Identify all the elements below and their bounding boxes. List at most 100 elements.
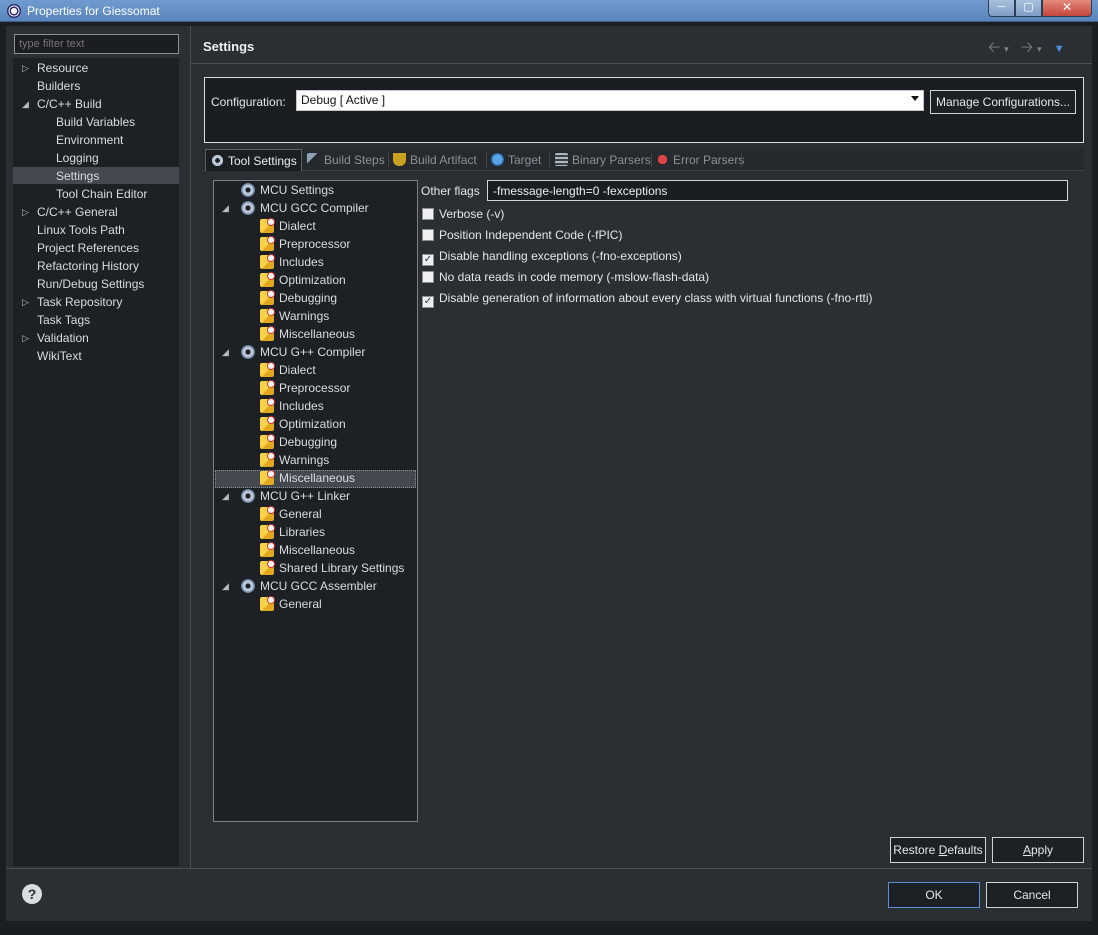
option-checkbox-row[interactable]: Verbose (-v) — [422, 207, 504, 223]
tree-item-mcu-g-compiler[interactable]: ◢ MCU G++ Compiler — [222, 343, 365, 361]
expanded-triangle-icon[interactable]: ◢ — [222, 487, 229, 505]
tree-item-mcu-settings[interactable]: MCU Settings — [241, 181, 334, 199]
sidebar-item-c-c-build[interactable]: ◢ C/C++ Build — [22, 95, 102, 113]
expanded-triangle-icon[interactable]: ◢ — [222, 343, 229, 361]
sidebar-item-wikitext[interactable]: WikiText — [37, 347, 82, 365]
sidebar-item-refactoring-history[interactable]: Refactoring History — [37, 257, 139, 275]
option-folder-icon — [260, 255, 274, 269]
back-arrow-icon[interactable]: 🡠 — [988, 39, 1004, 56]
chevron-down-icon[interactable]: ▾ — [1004, 44, 1013, 54]
option-checkbox-row[interactable]: ✓ Disable handling exceptions (-fno-excep… — [422, 249, 682, 266]
unchecked-checkbox[interactable] — [422, 208, 434, 220]
error-parsers-icon — [656, 153, 669, 166]
collapsed-triangle-icon[interactable]: ▷ — [22, 59, 32, 77]
tree-item-miscellaneous[interactable]: Miscellaneous — [260, 469, 355, 487]
unchecked-checkbox[interactable] — [422, 229, 434, 241]
other-flags-input[interactable] — [487, 180, 1068, 201]
sidebar-item-label: Task Tags — [37, 313, 91, 327]
tree-item-preprocessor[interactable]: Preprocessor — [260, 235, 350, 253]
restore-defaults-button[interactable]: Restore Defaults — [890, 837, 986, 863]
view-menu-icon[interactable]: ▼ — [1054, 43, 1069, 55]
filter-input[interactable] — [14, 34, 179, 54]
unchecked-checkbox[interactable] — [422, 271, 434, 283]
gear-icon — [241, 183, 255, 197]
tab-build-artifact[interactable]: Build Artifact — [393, 149, 477, 171]
tree-item-miscellaneous[interactable]: Miscellaneous — [260, 325, 355, 343]
tree-item-dialect[interactable]: Dialect — [260, 361, 316, 379]
expanded-triangle-icon[interactable]: ◢ — [222, 577, 229, 595]
tree-item-debugging[interactable]: Debugging — [260, 289, 337, 307]
sidebar-item-c-c-general[interactable]: ▷ C/C++ General — [22, 203, 118, 221]
configuration-select[interactable]: Debug [ Active ] — [296, 90, 924, 111]
tab-binary-parsers[interactable]: Binary Parsers — [555, 149, 651, 171]
close-button[interactable]: ✕ — [1042, 0, 1092, 17]
sidebar-item-environment[interactable]: Environment — [56, 131, 123, 149]
manage-configurations-button[interactable]: Manage Configurations... — [930, 90, 1076, 114]
tree-item-miscellaneous[interactable]: Miscellaneous — [260, 541, 355, 559]
tree-item-general[interactable]: General — [260, 505, 322, 523]
tree-item-mcu-g-linker[interactable]: ◢ MCU G++ Linker — [222, 487, 350, 505]
sidebar-item-label: Resource — [37, 61, 89, 75]
tab-target[interactable]: Target — [491, 149, 541, 171]
tree-item-label: Miscellaneous — [279, 471, 356, 485]
tree-item-shared-library-settings[interactable]: Shared Library Settings — [260, 559, 404, 577]
sidebar-item-task-repository[interactable]: ▷ Task Repository — [22, 293, 122, 311]
sidebar-item-label: Linux Tools Path — [37, 223, 125, 237]
tree-item-warnings[interactable]: Warnings — [260, 307, 329, 325]
option-checkbox-row[interactable]: ✓ Disable generation of information about… — [422, 291, 873, 308]
sidebar-item-build-variables[interactable]: Build Variables — [56, 113, 135, 131]
sidebar-item-logging[interactable]: Logging — [56, 149, 99, 167]
sidebar-item-tool-chain-editor[interactable]: Tool Chain Editor — [56, 185, 147, 203]
forward-arrow-icon[interactable]: 🡢 — [1021, 39, 1037, 56]
checked-checkbox[interactable]: ✓ — [422, 296, 434, 308]
collapsed-triangle-icon[interactable]: ▷ — [22, 293, 32, 311]
tab-tool-settings[interactable]: Tool Settings — [205, 149, 302, 171]
sidebar-item-run-debug-settings[interactable]: Run/Debug Settings — [37, 275, 144, 293]
sidebar-item-builders[interactable]: Builders — [37, 77, 80, 95]
expanded-triangle-icon[interactable]: ◢ — [22, 95, 32, 113]
sidebar-item-settings[interactable]: Settings — [56, 167, 99, 185]
apply-button[interactable]: Apply — [992, 837, 1084, 863]
option-folder-icon — [260, 237, 274, 251]
maximize-button[interactable]: ▢ — [1015, 0, 1042, 17]
minimize-button[interactable]: ─ — [988, 0, 1015, 17]
sidebar-item-validation[interactable]: ▷ Validation — [22, 329, 89, 347]
tree-item-preprocessor[interactable]: Preprocessor — [260, 379, 350, 397]
tree-item-libraries[interactable]: Libraries — [260, 523, 325, 541]
collapsed-triangle-icon[interactable]: ▷ — [22, 329, 32, 347]
tab-build-steps[interactable]: Build Steps — [307, 149, 385, 171]
sidebar-item-task-tags[interactable]: Task Tags — [37, 311, 90, 329]
sidebar-item-project-references[interactable]: Project References — [37, 239, 139, 257]
tree-item-warnings[interactable]: Warnings — [260, 451, 329, 469]
chevron-down-icon[interactable]: ▾ — [1037, 44, 1046, 54]
option-checkbox-row[interactable]: No data reads in code memory (-mslow-fla… — [422, 270, 709, 286]
tree-item-general[interactable]: General — [260, 595, 322, 613]
help-icon[interactable]: ? — [22, 884, 42, 904]
ok-button[interactable]: OK — [888, 882, 980, 908]
tab-error-parsers[interactable]: Error Parsers — [656, 149, 744, 171]
tree-item-dialect[interactable]: Dialect — [260, 217, 316, 235]
tree-item-optimization[interactable]: Optimization — [260, 415, 346, 433]
tree-item-optimization[interactable]: Optimization — [260, 271, 346, 289]
checked-checkbox[interactable]: ✓ — [422, 254, 434, 266]
sidebar-item-linux-tools-path[interactable]: Linux Tools Path — [37, 221, 125, 239]
collapsed-triangle-icon[interactable]: ▷ — [22, 203, 32, 221]
sidebar-item-resource[interactable]: ▷ Resource — [22, 59, 89, 77]
tree-item-includes[interactable]: Includes — [260, 397, 324, 415]
cancel-button[interactable]: Cancel — [986, 882, 1078, 908]
tree-item-label: MCU GCC Compiler — [260, 201, 369, 215]
expanded-triangle-icon[interactable]: ◢ — [222, 199, 229, 217]
tree-item-includes[interactable]: Includes — [260, 253, 324, 271]
sidebar-item-label: Logging — [56, 151, 99, 165]
tree-item-label: MCU Settings — [260, 183, 335, 197]
header-divider — [190, 63, 1092, 64]
tree-item-label: Debugging — [279, 291, 338, 305]
title-bar[interactable]: Properties for Giessomat ─ ▢ ✕ — [0, 0, 1098, 22]
tree-item-mcu-gcc-compiler[interactable]: ◢ MCU GCC Compiler — [222, 199, 369, 217]
binary-parsers-icon — [555, 153, 568, 166]
splitter[interactable] — [190, 26, 191, 868]
tree-item-debugging[interactable]: Debugging — [260, 433, 337, 451]
option-checkbox-row[interactable]: Position Independent Code (-fPIC) — [422, 228, 622, 244]
sidebar-item-label: Tool Chain Editor — [56, 187, 148, 201]
tree-item-mcu-gcc-assembler[interactable]: ◢ MCU GCC Assembler — [222, 577, 377, 595]
